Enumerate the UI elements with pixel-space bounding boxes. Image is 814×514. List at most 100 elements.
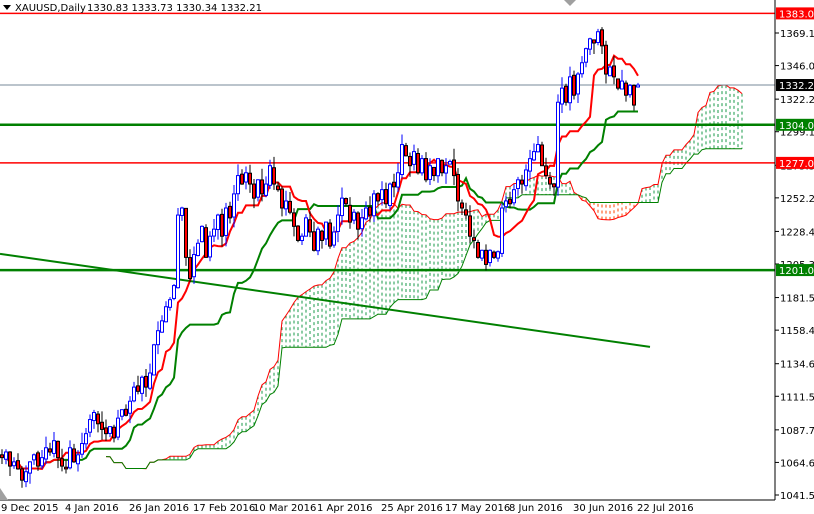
price-tick-label: 1228.40 bbox=[780, 227, 814, 238]
horizontal-levels[interactable] bbox=[0, 12, 775, 272]
bull-candle bbox=[516, 176, 520, 196]
bear-candle bbox=[468, 205, 472, 243]
candle-body bbox=[28, 461, 32, 474]
time-axis[interactable]: 9 Dec 2015 4 Jan 2016 26 Jan 2016 17 Feb 20… bbox=[0, 500, 694, 514]
bull-candle bbox=[412, 144, 416, 171]
bear-candle bbox=[60, 448, 64, 472]
candle-body bbox=[168, 299, 172, 308]
price-tick-label: 1369.10 bbox=[780, 29, 814, 40]
candle-body bbox=[300, 235, 304, 242]
candle-body bbox=[456, 174, 460, 202]
candle-body bbox=[184, 207, 188, 258]
candle-body bbox=[596, 31, 600, 43]
candle-body bbox=[404, 145, 408, 157]
candle-body bbox=[584, 48, 588, 63]
candle-body bbox=[216, 214, 220, 230]
bull-candle bbox=[584, 47, 588, 68]
bull-candle bbox=[80, 432, 84, 458]
bull-candle bbox=[88, 414, 92, 438]
candle-body bbox=[180, 207, 184, 216]
candle-body bbox=[268, 165, 272, 186]
dropdown-triangle-icon[interactable] bbox=[3, 5, 11, 10]
bear-candle bbox=[344, 197, 348, 207]
price-tick-label: 1041.50 bbox=[780, 491, 814, 502]
bear-candle bbox=[572, 70, 576, 100]
candle-body bbox=[372, 193, 376, 217]
bull-candle bbox=[84, 428, 88, 449]
bull-candle bbox=[108, 426, 112, 438]
candle-body bbox=[624, 82, 628, 96]
bear-candle bbox=[252, 179, 256, 209]
candle-body bbox=[352, 211, 356, 221]
candle-body bbox=[308, 219, 312, 233]
candle-body bbox=[548, 177, 552, 185]
bear-candle bbox=[184, 207, 188, 266]
candle-body bbox=[360, 217, 364, 230]
chart-shift-marker-icon[interactable] bbox=[564, 0, 576, 6]
candle-body bbox=[612, 65, 616, 78]
ohlc-label: 1330.83 1333.73 1330.34 1332.21 bbox=[87, 3, 262, 14]
candle-body bbox=[576, 73, 580, 95]
bear-candle bbox=[356, 211, 360, 240]
bear-candle bbox=[56, 440, 60, 469]
candle-body bbox=[204, 227, 208, 258]
bull-candle bbox=[152, 343, 156, 376]
candle-body bbox=[480, 249, 484, 259]
bear-candle bbox=[328, 219, 332, 249]
candle-body bbox=[636, 84, 640, 88]
price-chart[interactable]: 1369.101346.001322.201299.101275.301252.… bbox=[0, 0, 814, 514]
candle-body bbox=[84, 433, 88, 445]
price-tick-label: 1252.20 bbox=[780, 194, 814, 205]
bull-candle bbox=[380, 181, 384, 206]
bull-candle bbox=[304, 214, 308, 237]
bull-candle bbox=[316, 226, 320, 256]
trendline-segment[interactable] bbox=[0, 252, 651, 348]
bull-candle bbox=[628, 83, 632, 98]
bull-candle bbox=[164, 301, 168, 323]
candle-body bbox=[532, 151, 536, 161]
candle-body bbox=[344, 198, 348, 205]
candle-body bbox=[280, 188, 284, 209]
bear-candle bbox=[472, 230, 476, 249]
level-tag-label: 1201.00 bbox=[779, 266, 814, 277]
candle-body bbox=[424, 158, 428, 181]
candle-body bbox=[12, 461, 16, 467]
candle-body bbox=[148, 372, 152, 389]
candle-body bbox=[512, 189, 516, 204]
candle-body bbox=[292, 212, 296, 227]
candle-body bbox=[448, 160, 452, 165]
price-tick-label: 1111.50 bbox=[780, 392, 814, 403]
bull-candle bbox=[4, 449, 8, 465]
bull-candle bbox=[196, 239, 200, 257]
date-tick-label: 17 May 2016 bbox=[445, 503, 510, 514]
candle-body bbox=[40, 457, 44, 467]
bull-candle bbox=[212, 218, 216, 243]
bear-candle bbox=[548, 171, 552, 190]
candle-body bbox=[608, 66, 612, 77]
bear-candle bbox=[348, 197, 352, 229]
bear-candle bbox=[460, 199, 464, 215]
candle-body bbox=[364, 207, 368, 220]
candle-body bbox=[552, 183, 556, 188]
bull-candle bbox=[400, 134, 404, 179]
bull-candle bbox=[268, 159, 272, 189]
candle-body bbox=[104, 427, 108, 435]
bull-candle bbox=[500, 203, 504, 257]
candle-body bbox=[600, 29, 604, 47]
trendline[interactable] bbox=[0, 252, 651, 348]
candle-body bbox=[420, 158, 424, 174]
bull-candle bbox=[28, 461, 32, 484]
bear-candle bbox=[204, 224, 208, 258]
bull-candle bbox=[200, 225, 204, 243]
candle-body bbox=[164, 306, 168, 323]
level-tag-label: 1383.00 bbox=[779, 9, 814, 20]
bull-candle bbox=[216, 213, 220, 240]
bear-candle bbox=[124, 404, 128, 417]
bear-candle bbox=[564, 83, 568, 106]
candle-body bbox=[288, 200, 292, 213]
candle-body bbox=[128, 400, 132, 414]
candle-body bbox=[632, 84, 636, 106]
bull-candle bbox=[284, 190, 288, 216]
candle-body bbox=[132, 386, 136, 402]
bull-candle bbox=[156, 321, 160, 355]
